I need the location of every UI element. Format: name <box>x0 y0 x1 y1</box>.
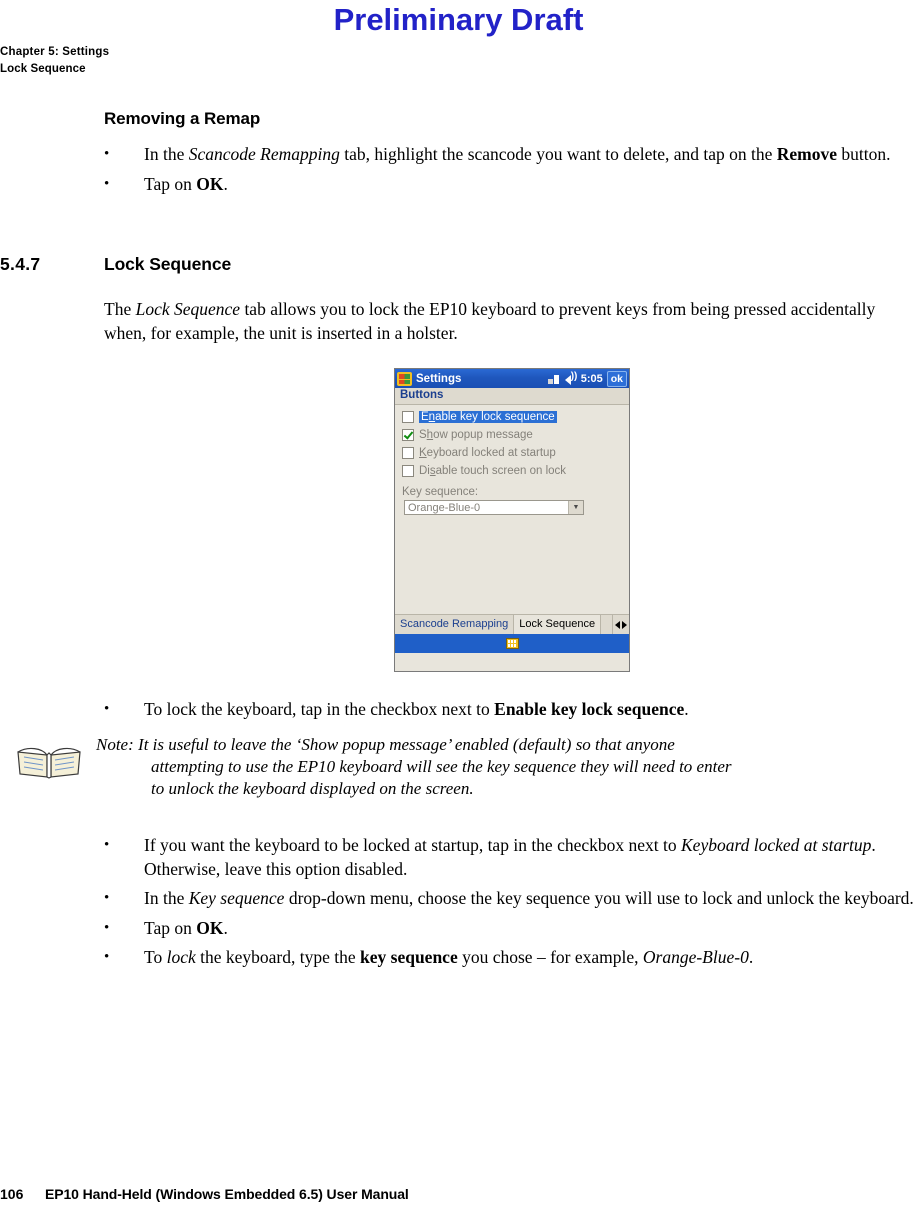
checkbox-label-0: Enable key lock sequence <box>419 411 557 423</box>
intro-paragraph: The Lock Sequence tab allows you to lock… <box>104 299 876 343</box>
bullet-marker: • <box>104 175 110 192</box>
device-screenshot: Settings 5:05 ok Buttons Enable key lock… <box>394 368 630 672</box>
tab-scancode-remapping[interactable]: Scancode Remapping <box>395 615 515 634</box>
bullet-item: • To lock the keyboard, type the key sequ… <box>104 946 917 970</box>
device-subbar-label: Buttons <box>395 388 629 405</box>
bullet-after-device: • To lock the keyboard, tap in the checkb… <box>104 698 916 728</box>
note-label: Note: <box>96 735 134 754</box>
page-header: Chapter 5: Settings Lock Sequence <box>0 44 109 78</box>
bullet-text: To lock the keyboard, type the key seque… <box>144 947 754 967</box>
keyboard-icon[interactable] <box>505 638 519 649</box>
note-line1: It is useful to leave the ‘Show popup me… <box>133 735 675 754</box>
windows-logo-icon[interactable] <box>397 371 412 386</box>
device-title: Settings <box>416 372 462 385</box>
bullet-item: • In the Scancode Remapping tab, highligh… <box>104 143 916 167</box>
bullet-list-bottom: • If you want the keyboard to be locked a… <box>104 834 917 976</box>
section-number: 5.4.7 <box>0 254 41 274</box>
bullet-text: In the Key sequence drop-down menu, choo… <box>144 888 914 908</box>
tab-scroll-arrows[interactable] <box>612 615 629 634</box>
note-line2: attempting to use the EP10 keyboard will… <box>151 757 732 776</box>
left-arrow-icon[interactable] <box>615 620 620 629</box>
network-signal-icon[interactable] <box>547 373 561 384</box>
bullet-list-top: • In the Scancode Remapping tab, highligh… <box>104 143 916 202</box>
key-sequence-label: Key sequence: <box>402 486 479 498</box>
key-sequence-dropdown[interactable]: Orange-Blue-0 ▼ <box>404 500 584 515</box>
tabbar-spacer <box>601 615 612 634</box>
checkbox-3[interactable] <box>402 465 414 477</box>
device-system-tray: 5:05 ok <box>547 370 627 387</box>
bullet-text: Tap on OK. <box>144 173 228 194</box>
footer-manual-title: EP10 Hand-Held (Windows Embedded 6.5) Us… <box>45 1186 409 1202</box>
chevron-down-icon[interactable]: ▼ <box>568 501 583 514</box>
bullet-item: • In the Key sequence drop-down menu, cho… <box>104 887 917 911</box>
bullet-marker: • <box>104 919 110 936</box>
subheading-removing-a-remap: Removing a Remap <box>104 109 261 128</box>
bullet-text: If you want the keyboard to be locked at… <box>144 835 876 879</box>
device-titlebar: Settings 5:05 ok <box>395 369 629 388</box>
checkbox-row[interactable]: Enable key lock sequence <box>402 405 629 423</box>
note-text: Note: It is useful to leave the ‘Show po… <box>96 734 917 800</box>
checkbox-row[interactable]: Keyboard locked at startup <box>402 441 629 459</box>
ok-button[interactable]: ok <box>606 370 627 387</box>
device-footer-bar <box>395 634 629 653</box>
right-arrow-icon[interactable] <box>622 620 627 629</box>
header-section: Lock Sequence <box>0 63 86 75</box>
bullet-item: • Tap on OK. <box>104 917 917 941</box>
key-sequence-value: Orange-Blue-0 <box>408 501 481 514</box>
bullet-item: • If you want the keyboard to be locked a… <box>104 834 917 881</box>
checkbox-label-3: Disable touch screen on lock <box>419 465 567 477</box>
document-page: Preliminary Draft Chapter 5: Settings Lo… <box>0 0 917 1209</box>
volume-icon[interactable] <box>564 371 577 385</box>
checkbox-row[interactable]: Disable touch screen on lock <box>402 459 629 477</box>
checkbox-row[interactable]: Show popup message <box>402 423 629 441</box>
footer-page-number: 106 <box>0 1186 24 1202</box>
checkbox-label-2: Keyboard locked at startup <box>419 447 556 459</box>
note-book-icon <box>17 747 81 779</box>
checkbox-1[interactable] <box>402 429 414 441</box>
device-body: Enable key lock sequence Show popup messa… <box>395 405 629 634</box>
checkbox-0[interactable] <box>402 411 414 423</box>
checkbox-label-1: Show popup message <box>419 429 533 441</box>
bullet-text: Tap on OK. <box>144 917 228 938</box>
bullet-item: • Tap on OK. <box>104 173 916 197</box>
bullet-text: In the Scancode Remapping tab, highlight… <box>144 144 891 164</box>
checkbox-group: Enable key lock sequence Show popup messa… <box>395 405 629 477</box>
tab-lock-sequence[interactable]: Lock Sequence <box>514 615 602 634</box>
device-clock: 5:05 <box>580 372 603 385</box>
bullet-item: • To lock the keyboard, tap in the checkb… <box>104 698 916 722</box>
bullet-marker: • <box>104 837 110 853</box>
section-title: Lock Sequence <box>104 254 232 274</box>
checkbox-2[interactable] <box>402 447 414 459</box>
note-line3: to unlock the keyboard displayed on the … <box>151 779 474 798</box>
header-chapter: Chapter 5: Settings <box>0 46 110 58</box>
device-tabbar: Scancode Remapping Lock Sequence <box>395 614 629 634</box>
bullet-marker: • <box>104 890 110 906</box>
draft-watermark: Preliminary Draft <box>333 2 584 37</box>
bullet-marker: • <box>104 701 110 717</box>
bullet-text: To lock the keyboard, tap in the checkbo… <box>144 699 689 719</box>
bullet-marker: • <box>104 146 110 162</box>
bullet-marker: • <box>104 949 110 965</box>
